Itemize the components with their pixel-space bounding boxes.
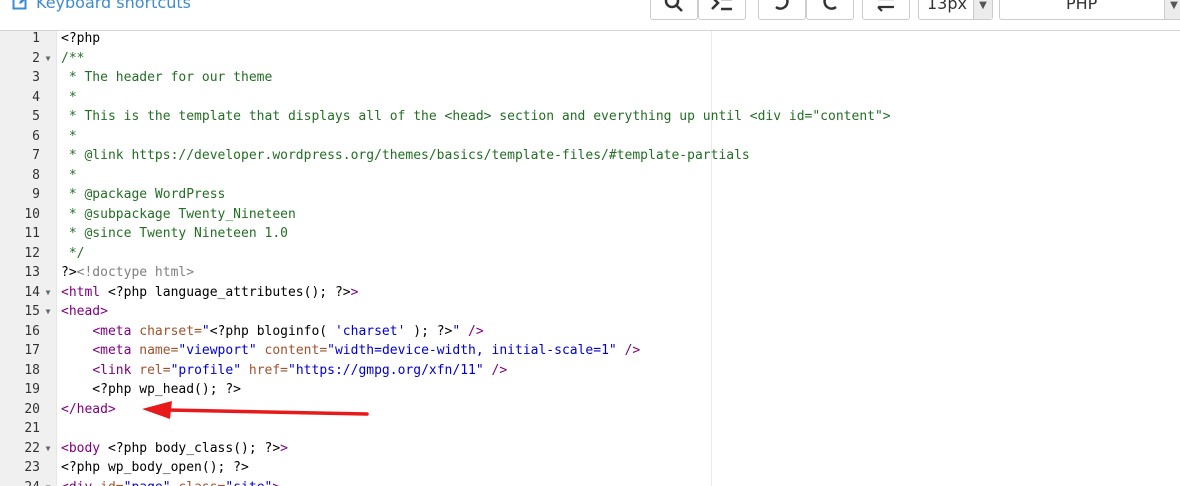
wrap-toggle-button[interactable] (862, 0, 910, 20)
replace-button[interactable] (698, 0, 746, 20)
editor-toolbar: Keyboard shortcuts 13px ▼ PHP ▼ (0, 0, 1180, 31)
keyboard-shortcuts-label: Keyboard shortcuts (36, 0, 191, 12)
language-mode-select[interactable]: PHP ▼ (999, 0, 1180, 20)
replace-icon (710, 0, 734, 17)
swap-arrows-icon (875, 0, 897, 17)
code-token: "page" (124, 480, 171, 486)
undo-button[interactable] (758, 0, 806, 20)
fold-toggle-icon[interactable]: ▼ (43, 478, 53, 486)
code-token: > (272, 480, 280, 486)
font-size-value: 13px (927, 0, 967, 13)
search-button[interactable] (650, 0, 698, 20)
red-annotation-arrow (142, 401, 369, 419)
code-token: class= (171, 480, 225, 486)
code-token: /> (460, 323, 484, 339)
line-number: 23 (24, 460, 40, 475)
code-line[interactable]: 24▼ <div id="page" class="site"> (0, 478, 1180, 486)
code-text: <div id="page" class="site"> (61, 478, 280, 486)
code-token: id= (92, 480, 124, 486)
language-mode-value: PHP (1066, 0, 1098, 13)
line-number: 24 (0, 478, 40, 486)
search-icon (664, 0, 684, 17)
edit-icon (12, 0, 30, 11)
chevron-down-icon: ▼ (1164, 0, 1180, 19)
code-text: <?php wp_body_open(); ?> (61, 458, 249, 478)
code-token: <div (61, 480, 92, 486)
code-token: <?php wp_body_open(); ?> (61, 460, 249, 475)
keyboard-shortcuts-link[interactable]: Keyboard shortcuts (12, 0, 191, 14)
chevron-down-icon: ▼ (973, 0, 992, 19)
redo-icon (820, 0, 840, 17)
code-token: "site" (225, 480, 272, 486)
font-size-select[interactable]: 13px ▼ (918, 0, 993, 20)
undo-icon (772, 0, 792, 17)
code-token: /> (483, 362, 508, 378)
code-token: ); ?> (405, 323, 453, 339)
redo-button[interactable] (806, 0, 854, 20)
code-editor[interactable]: 1 <?php 2 ▼/** 3 * The header for our theme 4… (0, 31, 1180, 486)
code-line[interactable]: 23 <?php wp_body_open(); ?> (0, 458, 1180, 478)
code-token: /> (616, 343, 641, 358)
